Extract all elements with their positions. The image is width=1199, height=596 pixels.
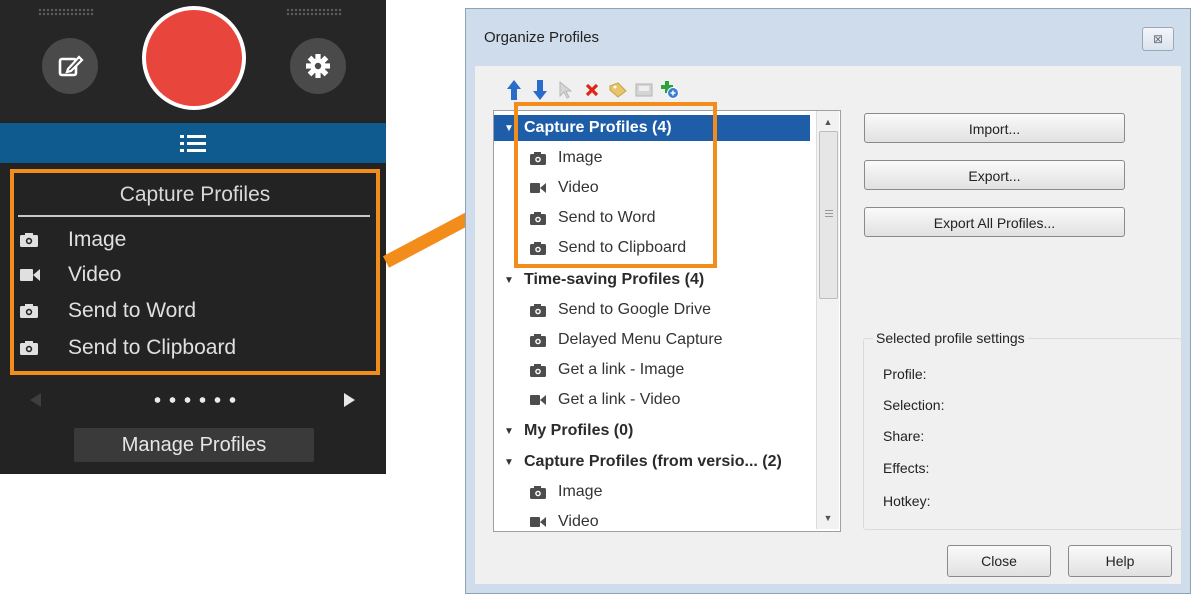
tree-group-row[interactable]: ▼ My Profiles (0) <box>494 418 810 444</box>
export-all-profiles-button[interactable]: Export All Profiles... <box>864 207 1125 237</box>
tree-highlight-box <box>514 102 717 268</box>
setting-label-profile: Profile: <box>883 366 927 382</box>
tree-scrollbar[interactable]: ▲ ▼ <box>816 111 839 529</box>
expand-triangle-icon[interactable]: ▼ <box>504 426 514 437</box>
scroll-up-button[interactable]: ▲ <box>817 113 839 131</box>
tree-row-label: Time-saving Profiles (4) <box>524 271 705 288</box>
camera-icon <box>530 485 548 499</box>
move-down-icon <box>533 80 547 100</box>
tree-profile-row[interactable]: Image <box>494 479 810 505</box>
setting-label-hotkey: Hotkey: <box>883 493 931 509</box>
scroll-grip <box>825 210 833 218</box>
camera-icon <box>530 363 548 377</box>
delete-button[interactable] <box>581 79 603 101</box>
move-down-button[interactable] <box>529 79 551 101</box>
move-up-button[interactable] <box>503 79 525 101</box>
expand-triangle-icon[interactable]: ▼ <box>504 123 514 134</box>
profile-toolbar <box>503 78 685 102</box>
tree-row-label: Get a link - Video <box>558 391 681 408</box>
save-icon <box>635 83 653 97</box>
expand-triangle-icon[interactable]: ▼ <box>504 275 514 286</box>
settings-group-title: Selected profile settings <box>873 330 1028 346</box>
tree-row-label: My Profiles (0) <box>524 422 634 439</box>
add-profile-icon <box>661 81 679 99</box>
tree-row-label: Capture Profiles (from versio... (2) <box>524 453 782 470</box>
cursor-icon <box>559 81 573 99</box>
help-button[interactable]: Help <box>1068 545 1172 577</box>
tag-icon <box>609 82 627 98</box>
dialog-close-button[interactable]: ⊠ <box>1142 27 1174 51</box>
tree-row-label: Delayed Menu Capture <box>558 331 723 348</box>
tree-profile-row[interactable]: Video <box>494 509 810 531</box>
select-button[interactable] <box>555 79 577 101</box>
tree-group-row[interactable]: ▼ Capture Profiles (from versio... (2) <box>494 449 810 475</box>
scroll-down-button[interactable]: ▼ <box>817 509 839 527</box>
import-button[interactable]: Import... <box>864 113 1125 143</box>
export-button[interactable]: Export... <box>864 160 1125 190</box>
save-button[interactable] <box>633 79 655 101</box>
rename-button[interactable] <box>607 79 629 101</box>
scroll-thumb[interactable] <box>819 131 838 299</box>
add-profile-button[interactable] <box>659 79 681 101</box>
setting-label-selection: Selection: <box>883 397 945 413</box>
video-camera-icon <box>530 393 548 407</box>
tree-group-row[interactable]: ▼ Time-saving Profiles (4) <box>494 267 810 293</box>
camera-icon <box>530 333 548 347</box>
tree-profile-row[interactable]: Get a link - Video <box>494 387 810 413</box>
move-up-icon <box>507 80 521 100</box>
tree-profile-row[interactable]: Delayed Menu Capture <box>494 327 810 353</box>
tree-profile-row[interactable]: Get a link - Image <box>494 357 810 383</box>
tree-profile-row[interactable]: Send to Google Drive <box>494 297 810 323</box>
expand-triangle-icon[interactable]: ▼ <box>504 457 514 468</box>
setting-label-effects: Effects: <box>883 460 930 476</box>
setting-label-share: Share: <box>883 428 925 444</box>
tree-row-label: Send to Google Drive <box>558 301 711 318</box>
tree-row-label: Image <box>558 483 603 500</box>
delete-icon <box>585 83 599 97</box>
close-button[interactable]: Close <box>947 545 1051 577</box>
video-camera-icon <box>530 515 548 529</box>
tree-row-label: Get a link - Image <box>558 361 685 378</box>
camera-icon <box>530 303 548 317</box>
dialog-title: Organize Profiles <box>484 29 600 46</box>
tree-row-label: Video <box>558 513 599 530</box>
